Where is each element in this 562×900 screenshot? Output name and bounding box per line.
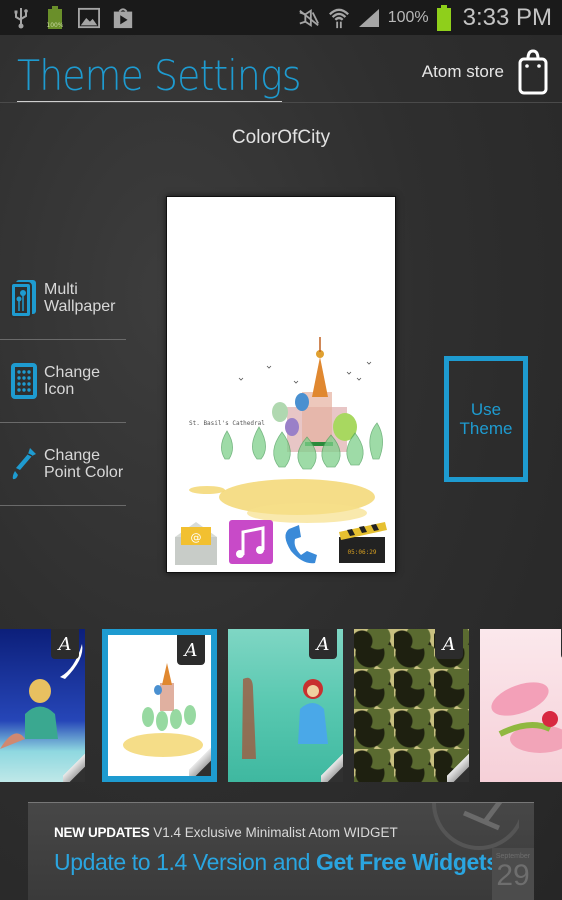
change-point-color-label-1: Change [44, 447, 101, 464]
status-bar: 100% 100% 3:33 PM [0, 0, 562, 35]
multi-wallpaper-label-2: Wallpaper [44, 298, 116, 315]
change-point-color-button[interactable]: Change Point Color [0, 423, 126, 506]
wifi-icon [328, 7, 350, 29]
dock-video-icon: 05:06:29 [339, 522, 387, 563]
battery-icon [436, 4, 451, 31]
theme-thumb-little-prince[interactable]: A [0, 629, 85, 782]
clapper-time: 05:06:29 [348, 549, 377, 556]
theme-thumb-red-riding-hood[interactable]: A [228, 629, 343, 782]
play-store-icon [112, 7, 134, 29]
theme-settings-screen: Theme Settings Atom store ColorOfCity Mu… [0, 35, 562, 900]
change-icon-icon [11, 363, 37, 399]
page-title: Theme Settings [17, 51, 301, 100]
eyedropper-icon [12, 448, 36, 480]
atom-badge-icon: A [177, 635, 205, 665]
page-curl-icon [447, 752, 469, 782]
use-theme-label-1: Use [470, 400, 502, 419]
banner-headline: NEW UPDATES V1.4 Exclusive Minimalist At… [54, 825, 398, 840]
shopping-bag-icon [518, 49, 548, 95]
use-theme-label-2: Theme [459, 419, 513, 438]
atom-store-label: Atom store [421, 62, 504, 81]
dock-email-icon: @ [175, 522, 217, 565]
banner-cta: Update to 1.4 Version and Get Free Widge… [54, 849, 499, 876]
multi-wallpaper-label-1: Multi [44, 281, 78, 298]
page-curl-icon [189, 746, 211, 776]
change-icon-label-2: Icon [44, 381, 75, 398]
use-theme-button[interactable]: Use Theme [444, 356, 528, 482]
usb-icon [10, 7, 32, 29]
side-menu: Multi Wallpaper Change Icon Change Point Co… [0, 257, 126, 506]
update-banner[interactable]: NEW UPDATES V1.4 Exclusive Minimalist At… [28, 802, 534, 900]
theme-preview[interactable]: St. Basil's Cathedral @ 05:06:29 [166, 196, 396, 573]
dock-music-icon [229, 520, 273, 564]
signal-icon [358, 7, 380, 29]
preview-wallpaper: St. Basil's Cathedral @ 05:06:29 [175, 337, 387, 565]
theme-thumb-color-of-city[interactable]: A [102, 629, 217, 782]
multi-wallpaper-icon [10, 280, 36, 318]
banner-tag: NEW UPDATES [54, 825, 150, 840]
battery-percent: 100% [387, 8, 429, 26]
change-icon-label-1: Change [44, 364, 101, 381]
change-icon-button[interactable]: Change Icon [0, 340, 126, 423]
page-curl-icon [63, 752, 85, 782]
theme-thumb-camouflage[interactable]: A [354, 629, 469, 782]
theme-thumb-cherry-blossom[interactable]: A [480, 629, 562, 782]
multi-wallpaper-button[interactable]: Multi Wallpaper [0, 257, 126, 340]
change-point-color-label-2: Point Color [44, 464, 124, 481]
atom-badge-icon: A [51, 629, 79, 659]
atom-store-button[interactable]: Atom store [422, 49, 548, 95]
date-widget: September 29 [492, 848, 534, 900]
atom-badge-icon: A [309, 629, 337, 659]
theme-name: ColorOfCity [231, 127, 331, 148]
dock-phone-icon [285, 525, 317, 564]
svg-text:@: @ [191, 531, 202, 544]
banner-cta-plain: Update to 1.4 Version and [54, 849, 316, 875]
svg-text:100%: 100% [47, 22, 63, 29]
page-curl-icon [321, 752, 343, 782]
banner-subtitle: V1.4 Exclusive Minimalist Atom WIDGET [149, 825, 398, 840]
banner-cta-bold: Get Free Widgets [315, 849, 499, 875]
battery-charging-icon: 100% [44, 5, 66, 29]
clock: 3:33 PM [462, 3, 552, 31]
date-widget-day: 29 [496, 859, 530, 892]
theme-carousel[interactable]: A A A A A [0, 629, 562, 784]
mute-icon [298, 7, 320, 29]
header-divider [0, 102, 562, 103]
gallery-icon [78, 7, 100, 29]
preview-caption: St. Basil's Cathedral [189, 420, 265, 427]
atom-badge-icon: A [435, 629, 463, 659]
